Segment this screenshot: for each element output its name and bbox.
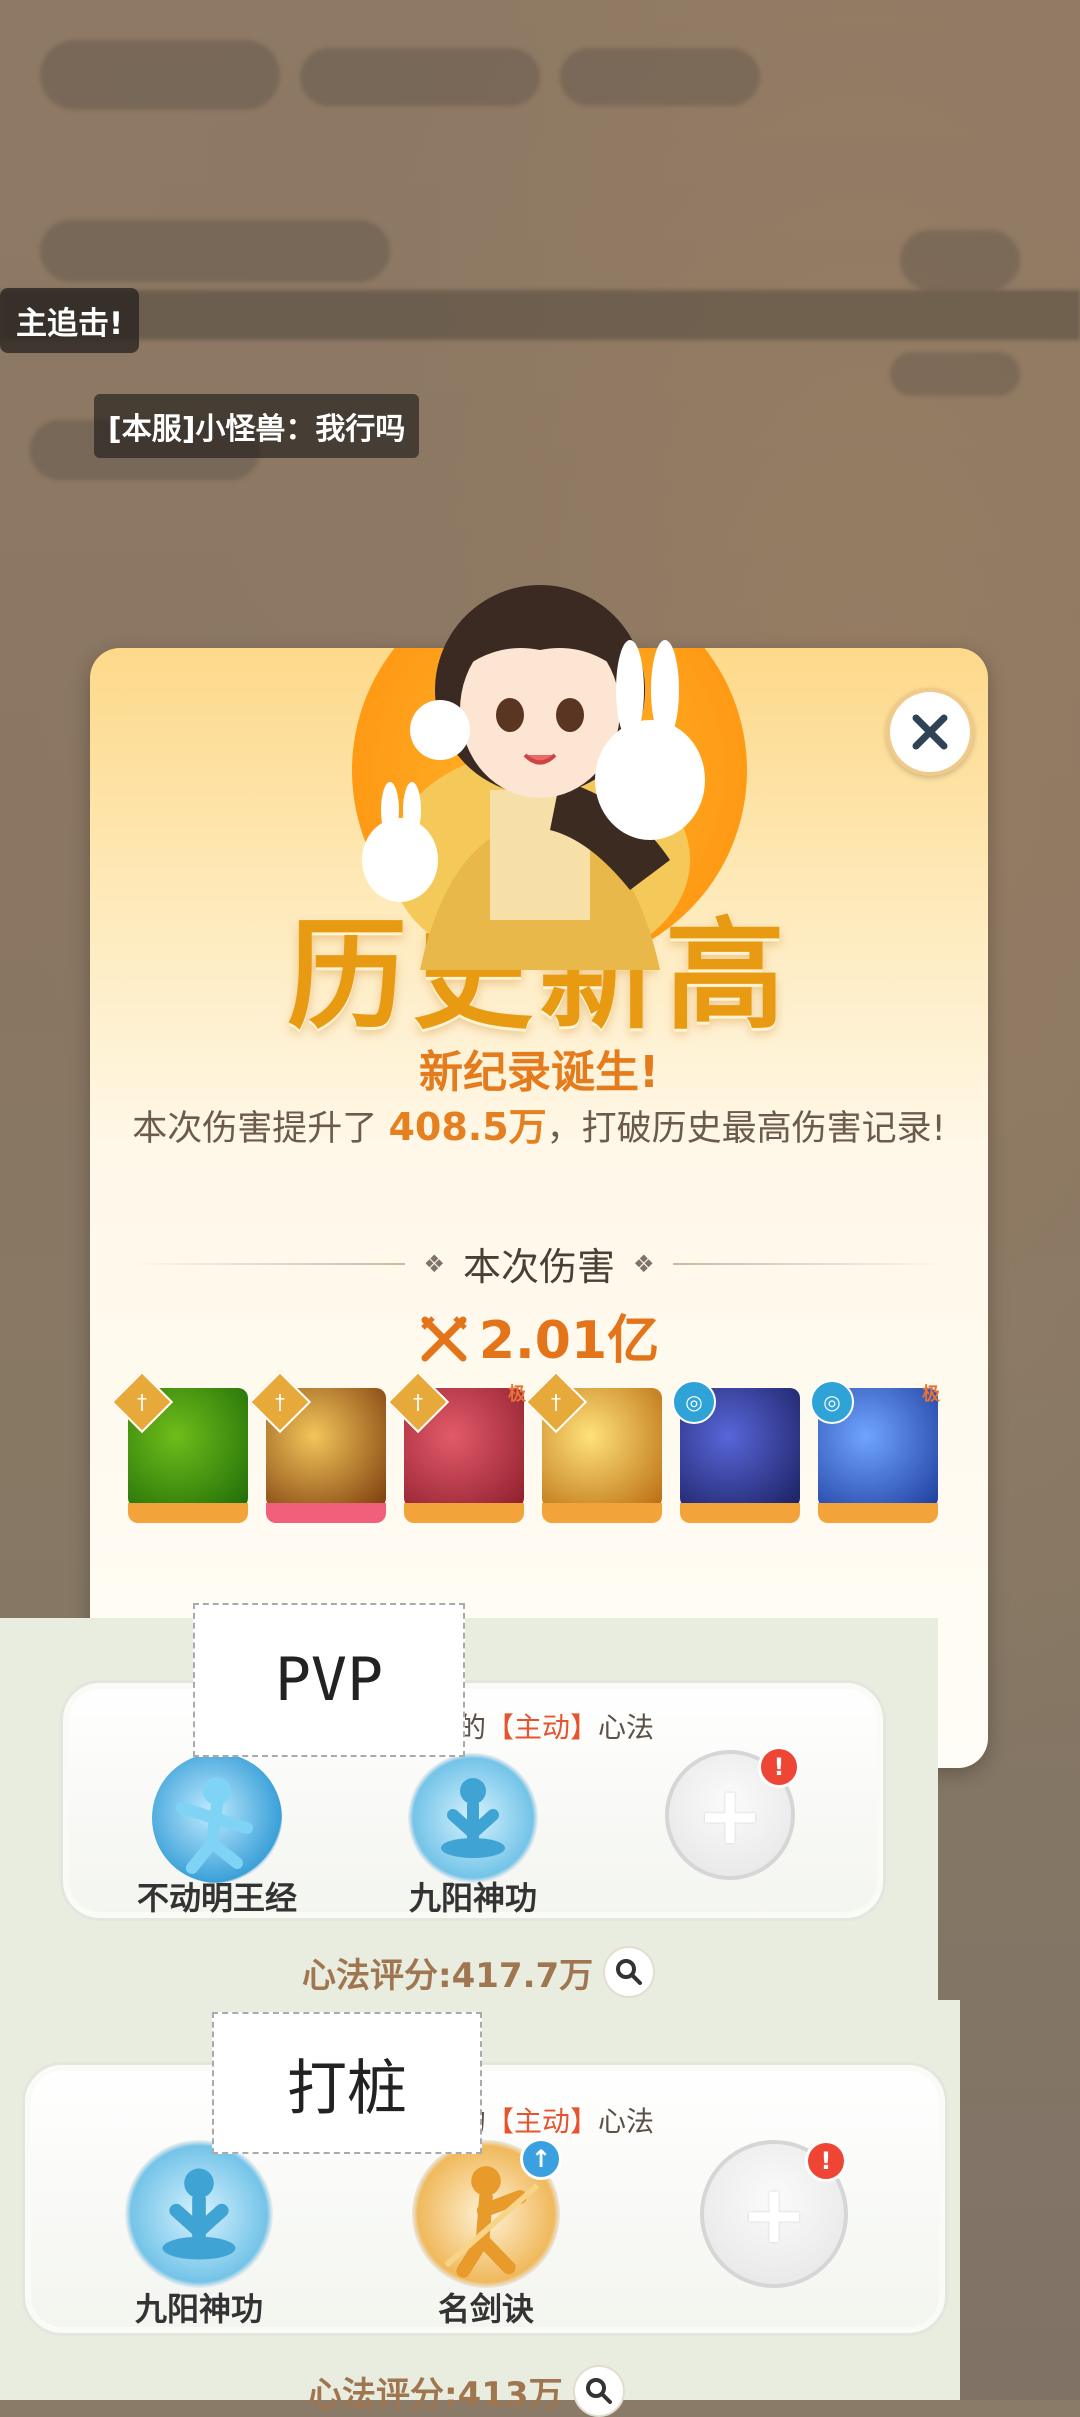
blue-orb-skill[interactable]: ◎: [672, 1380, 800, 1523]
skill-row: † † † 极 † ◎ ◎ 极: [110, 1370, 940, 1523]
title-suffix: 心法: [598, 1711, 655, 1744]
dummy-annotation-note: 打桩: [212, 2012, 482, 2154]
diamond-icon: ❖: [633, 1249, 655, 1278]
character-illustration: [362, 585, 705, 970]
pvp-score: 心法评分:417.7万: [302, 1946, 656, 1998]
upgrade-arrow-icon: ↑: [520, 2138, 562, 2180]
dummy-skill-2-label: 名剑诀: [437, 2290, 534, 2328]
swirl-badge-icon: ◎: [672, 1380, 716, 1424]
dummy-card-title: 的【主动】心法: [458, 2100, 654, 2140]
skill-base: [542, 1503, 662, 1523]
skill-base: [680, 1503, 800, 1523]
section-header: ❖ 本次伤害 ❖: [130, 1236, 949, 1291]
red-swords-skill[interactable]: † 极: [386, 1370, 526, 1523]
section-title: 本次伤害: [463, 1245, 616, 1289]
ice-palm-skill[interactable]: ◎ 极: [810, 1380, 940, 1523]
dummy-alert-icon: !: [805, 2140, 847, 2182]
combat-toast: 主追击!: [0, 288, 140, 353]
golden-blade-skill[interactable]: †: [524, 1370, 662, 1523]
skill-tag: 极: [508, 1384, 526, 1405]
divider-left: [130, 1262, 406, 1265]
close-button[interactable]: [886, 688, 974, 776]
damage-value: 2.01亿: [90, 1298, 988, 1373]
chat-message: [本服]小怪兽：我行吗: [94, 394, 420, 458]
skill-base: [128, 1503, 248, 1523]
blurred-currency-2: [560, 48, 760, 106]
search-icon[interactable]: [603, 1946, 656, 1998]
blurred-icon: [900, 230, 1020, 290]
pvp-skill-2[interactable]: 九阳神功: [408, 1753, 538, 1917]
pvp-skill-1-label: 不动明王经: [136, 1879, 297, 1917]
popup-description: 本次伤害提升了 408.5万，打破历史最高伤害记录!: [90, 1096, 988, 1151]
title-suffix: 心法: [598, 2105, 655, 2138]
plus-icon: +: [696, 1768, 764, 1862]
pvp-score-text: 心法评分:417.7万: [302, 1955, 594, 1996]
blurred-label: [890, 352, 1020, 396]
search-icon[interactable]: [572, 2365, 625, 2417]
title-active: 【主动】: [486, 1711, 599, 1744]
crossed-swords-icon: [421, 1316, 467, 1362]
desc-value: 408.5万: [388, 1105, 547, 1149]
dummy-skill-1[interactable]: 九阳神功: [125, 2140, 273, 2328]
martial-pose-icon: [176, 1777, 253, 1874]
skill-base: [404, 1503, 524, 1523]
dummy-skill-1-label: 九阳神功: [134, 2290, 263, 2328]
desc-suffix: ，打破历史最高伤害记录!: [546, 1109, 946, 1149]
pvp-skill-2-label: 九阳神功: [408, 1879, 537, 1917]
damage-text: 2.01亿: [478, 1311, 660, 1371]
pvp-skill-1[interactable]: 不动明王经: [137, 1753, 297, 1917]
blurred-broadcast-bar: [0, 290, 1080, 340]
blurred-search-bar: [40, 220, 390, 282]
golden-spears-skill[interactable]: †: [248, 1370, 386, 1523]
desc-prefix: 本次伤害提升了: [132, 1109, 389, 1149]
diamond-icon: ❖: [423, 1249, 445, 1278]
green-slash-skill[interactable]: †: [110, 1370, 248, 1523]
popup-subtitle: 新纪录诞生!: [418, 1047, 660, 1098]
skill-base: [266, 1503, 386, 1523]
title-active: 【主动】: [486, 2105, 599, 2138]
pvp-alert-icon: !: [758, 1746, 800, 1788]
pvp-card-title: 的【主动】心法: [458, 1706, 654, 1746]
meditation-icon: [162, 2168, 236, 2260]
divider-right: [672, 1262, 949, 1265]
meditation-icon: [441, 1778, 505, 1858]
close-icon: [912, 714, 948, 750]
blurred-currency: [300, 48, 540, 106]
pvp-panel: 的【主动】心法 不动明王经 九阳神功 + ! 心法评分:417.7万: [0, 1618, 938, 2000]
pvp-annotation-note: PVP: [193, 1603, 465, 1757]
skill-base: [818, 1503, 938, 1523]
dummy-score-text: 心法评分:413万: [308, 2374, 563, 2415]
skill-tag: 极: [922, 1384, 940, 1405]
blurred-player-info: [40, 40, 280, 110]
plus-icon: +: [740, 2167, 808, 2261]
dummy-score: 心法评分:413万: [308, 2365, 625, 2417]
swirl-badge-icon: ◎: [810, 1380, 854, 1424]
